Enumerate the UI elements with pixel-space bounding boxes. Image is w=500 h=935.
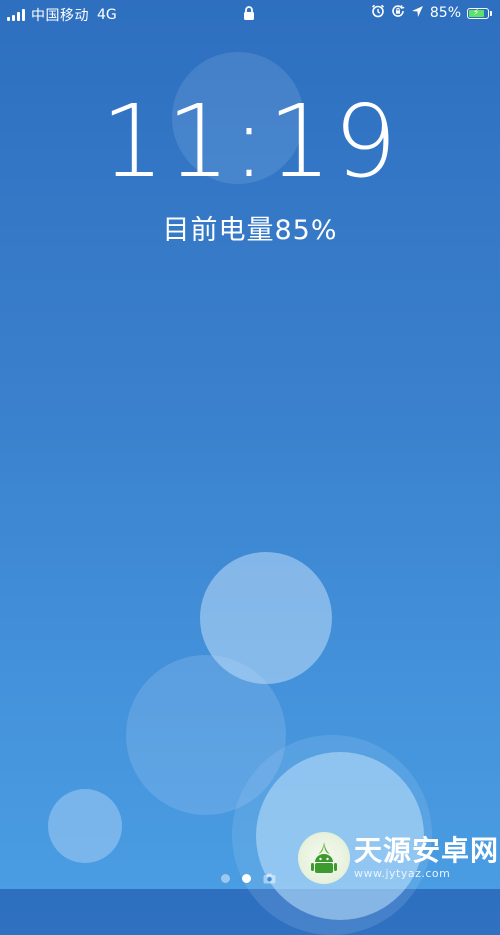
carrier-name: 中国移动 bbox=[31, 8, 89, 24]
status-bar-right: 85% ⚡ bbox=[371, 4, 492, 22]
status-bar-left: 中国移动 4G bbox=[7, 5, 117, 25]
battery-icon: ⚡ bbox=[467, 7, 492, 19]
page-dot[interactable] bbox=[221, 874, 230, 883]
site-watermark: 天源安卓网 www.jytyaz.com bbox=[298, 832, 499, 884]
lock-icon bbox=[243, 6, 255, 24]
background-bokeh bbox=[200, 552, 332, 684]
rotation-lock-icon bbox=[391, 4, 405, 22]
signal-icon bbox=[7, 9, 25, 21]
watermark-title: 天源安卓网 bbox=[354, 834, 500, 868]
page-dot-active[interactable] bbox=[242, 874, 251, 883]
alarm-icon bbox=[371, 4, 385, 22]
status-bar: 中国移动 4G 85% ⚡ bbox=[0, 0, 500, 26]
background-bokeh bbox=[48, 789, 122, 863]
network-type: 4G bbox=[97, 7, 117, 23]
location-icon bbox=[411, 5, 424, 22]
camera-icon[interactable] bbox=[263, 869, 276, 888]
lock-screen-clock: 11:19 bbox=[100, 83, 400, 200]
battery-percent: 85% bbox=[429, 5, 461, 21]
watermark-url: www.jytyaz.com bbox=[354, 866, 451, 880]
background-bokeh bbox=[126, 655, 286, 815]
android-logo-icon bbox=[298, 832, 350, 884]
charging-bolt-icon: ⚡ bbox=[473, 7, 480, 18]
battery-status-text: 目前电量85% bbox=[162, 215, 338, 246]
page-indicator[interactable] bbox=[221, 869, 276, 888]
